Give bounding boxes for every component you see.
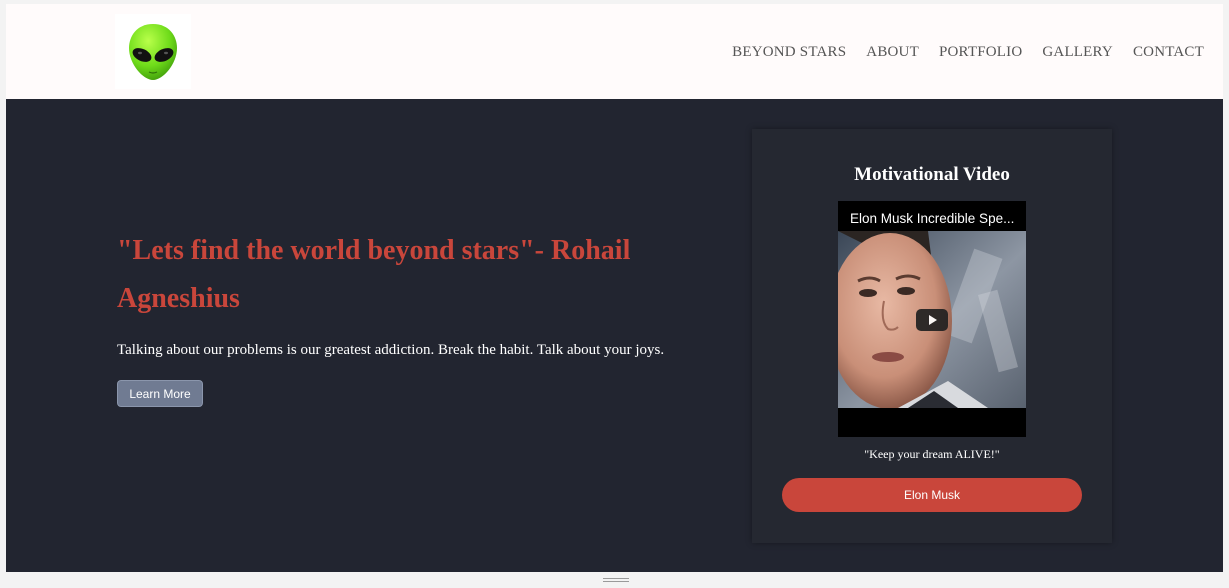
nav-link-contact[interactable]: CONTACT <box>1133 44 1204 61</box>
play-button[interactable] <box>916 309 948 331</box>
nav-link-beyond-stars[interactable]: BEYOND STARS <box>732 44 846 61</box>
video-card-quote: "Keep your dream ALIVE!" <box>864 447 1000 461</box>
hero-section: "Lets find the world beyond stars"- Roha… <box>6 99 1223 572</box>
drag-handle-line <box>603 578 629 579</box>
main-nav: BEYOND STARS ABOUT PORTFOLIO GALLERY CON… <box>732 44 1204 61</box>
nav-link-about[interactable]: ABOUT <box>866 44 919 61</box>
video-card: Motivational Video Elon Musk Incredible … <box>752 129 1112 543</box>
video-title: Elon Musk Incredible Spe... <box>850 211 1015 226</box>
learn-more-button[interactable]: Learn More <box>117 380 203 407</box>
nav-link-portfolio[interactable]: PORTFOLIO <box>939 44 1022 61</box>
video-player[interactable]: Elon Musk Incredible Spe... <box>838 201 1026 437</box>
elon-musk-button[interactable]: Elon Musk <box>782 478 1082 512</box>
alien-head-icon <box>129 23 177 80</box>
drag-handle-line <box>603 581 629 582</box>
logo[interactable] <box>115 14 191 89</box>
hero-headline: "Lets find the world beyond stars"- Roha… <box>117 235 631 314</box>
drag-handle[interactable] <box>603 578 629 586</box>
navbar: BEYOND STARS ABOUT PORTFOLIO GALLERY CON… <box>6 4 1223 99</box>
video-card-title: Motivational Video <box>854 164 1010 185</box>
nav-link-gallery[interactable]: GALLERY <box>1042 44 1113 61</box>
hero-tagline: Talking about our problems is our greate… <box>117 342 665 358</box>
play-icon <box>929 315 937 325</box>
page: BEYOND STARS ABOUT PORTFOLIO GALLERY CON… <box>6 4 1223 572</box>
